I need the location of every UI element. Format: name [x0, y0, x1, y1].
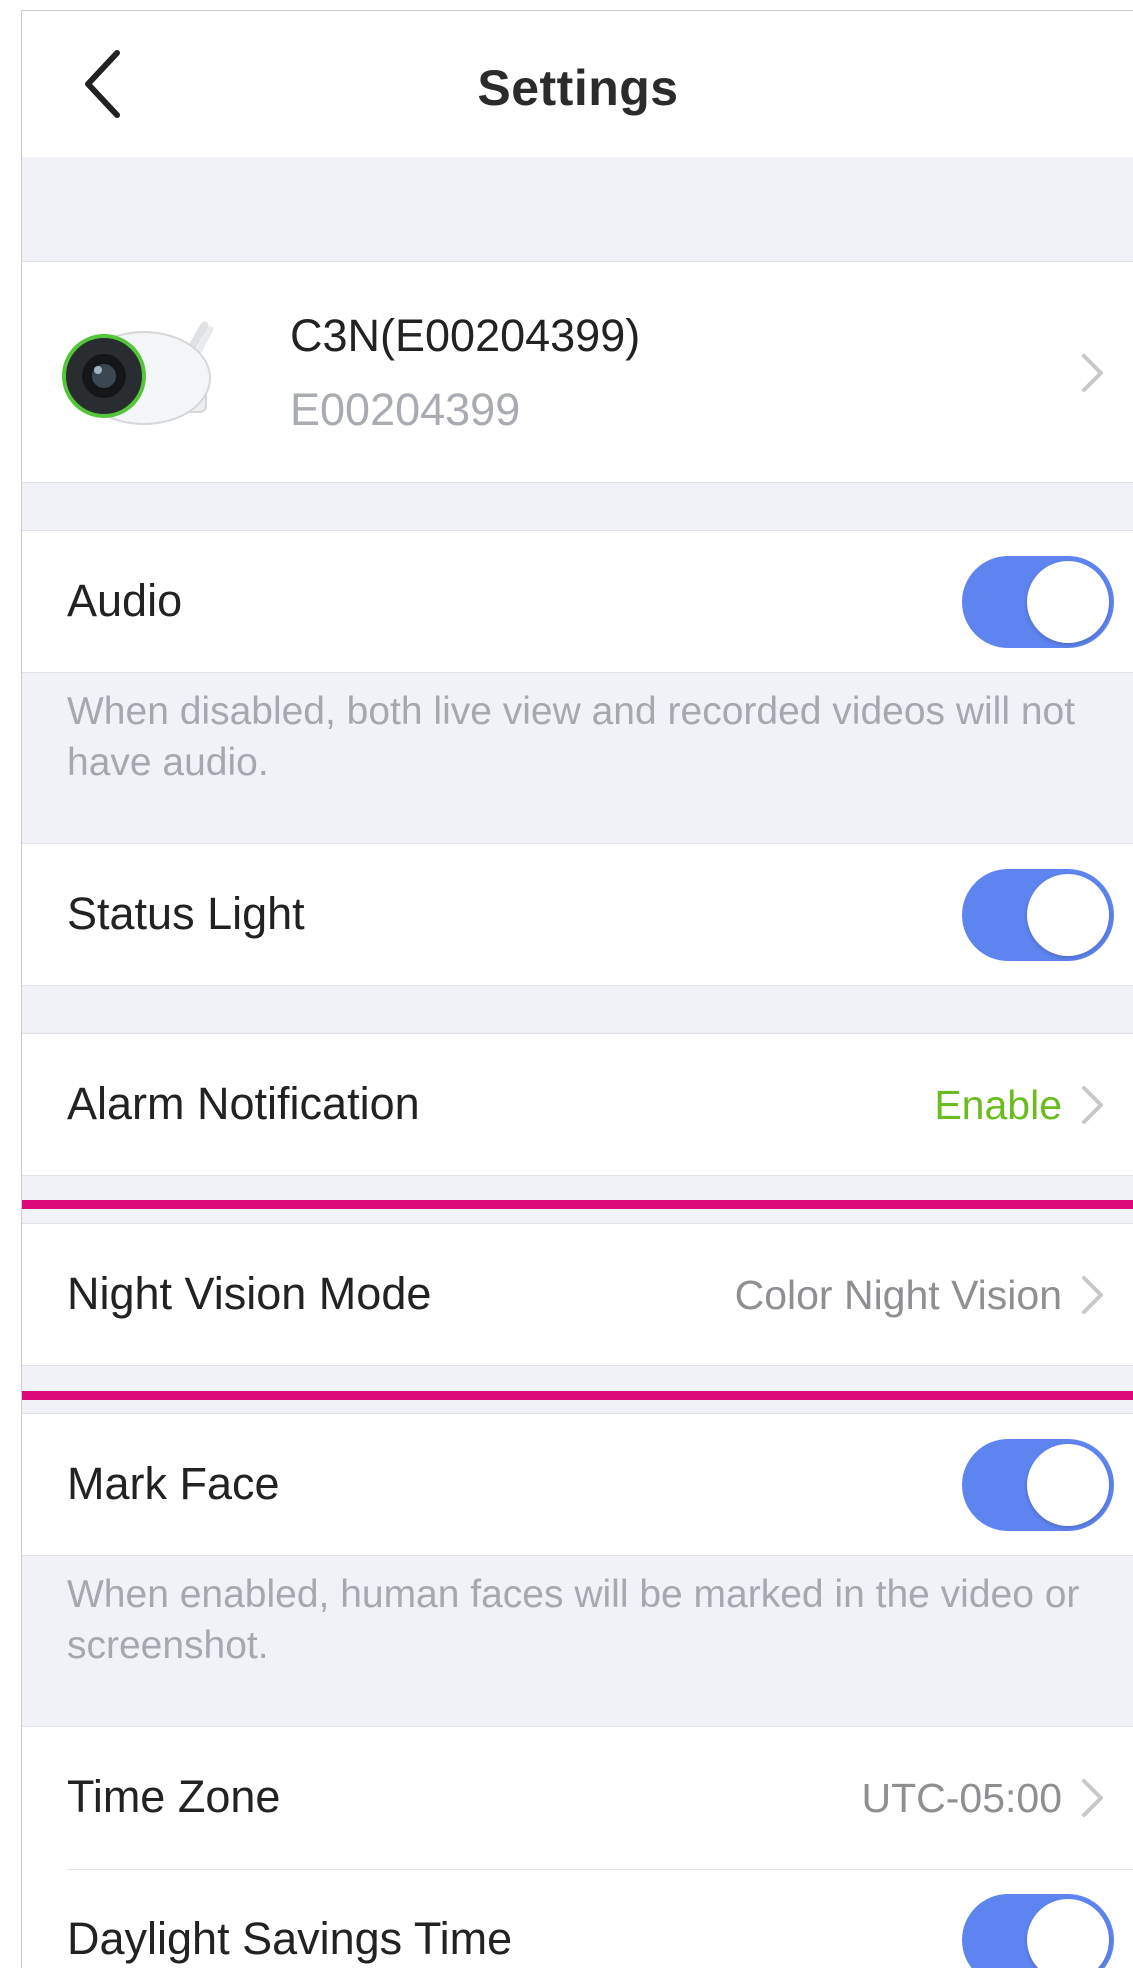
device-serial: E00204399	[290, 384, 521, 435]
mark-face-label: Mark Face	[67, 1458, 280, 1509]
time-zone-row[interactable]: Time Zone UTC-05:00	[22, 1726, 1133, 1869]
daylight-savings-label: Daylight Savings Time	[67, 1913, 513, 1964]
chevron-right-icon	[1082, 1779, 1103, 1817]
mark-face-row: Mark Face	[22, 1413, 1133, 1556]
time-zone-value: UTC-05:00	[861, 1775, 1062, 1821]
audio-label: Audio	[67, 575, 183, 626]
daylight-savings-row: Daylight Savings Time	[22, 1869, 1133, 1968]
audio-toggle[interactable]	[962, 556, 1114, 648]
daylight-savings-toggle[interactable]	[962, 1894, 1114, 1968]
nav-bar: Settings	[22, 11, 1133, 157]
night-vision-label: Night Vision Mode	[67, 1268, 432, 1319]
security-camera-icon	[62, 321, 214, 425]
toggle-knob	[1027, 561, 1109, 643]
chevron-right-icon	[1082, 1086, 1103, 1124]
divider	[67, 1869, 1133, 1870]
time-zone-label: Time Zone	[67, 1771, 281, 1822]
alarm-notification-label: Alarm Notification	[67, 1078, 420, 1129]
mark-face-toggle[interactable]	[962, 1439, 1114, 1531]
alarm-notification-value: Enable	[934, 1082, 1062, 1128]
chevron-right-icon	[1082, 354, 1103, 392]
toggle-knob	[1027, 1899, 1109, 1968]
night-vision-row[interactable]: Night Vision Mode Color Night Vision	[22, 1223, 1133, 1366]
status-light-toggle[interactable]	[962, 869, 1114, 961]
toggle-knob	[1027, 874, 1109, 956]
settings-screen: Settings C3N(E00204399) E00204399 Audio	[21, 10, 1133, 1968]
status-light-label: Status Light	[67, 888, 305, 939]
device-name: C3N(E00204399)	[290, 310, 641, 361]
page-title: Settings	[477, 60, 679, 116]
alarm-notification-row[interactable]: Alarm Notification Enable	[22, 1033, 1133, 1176]
status-light-row: Status Light	[22, 843, 1133, 986]
audio-row: Audio	[22, 530, 1133, 673]
night-vision-value: Color Night Vision	[734, 1272, 1062, 1318]
chevron-right-icon	[1082, 1276, 1103, 1314]
toggle-knob	[1027, 1444, 1109, 1526]
mark-face-hint: When enabled, human faces will be marked…	[67, 1573, 1080, 1667]
audio-hint: When disabled, both live view and record…	[67, 690, 1076, 784]
device-cell[interactable]: C3N(E00204399) E00204399	[22, 261, 1133, 483]
